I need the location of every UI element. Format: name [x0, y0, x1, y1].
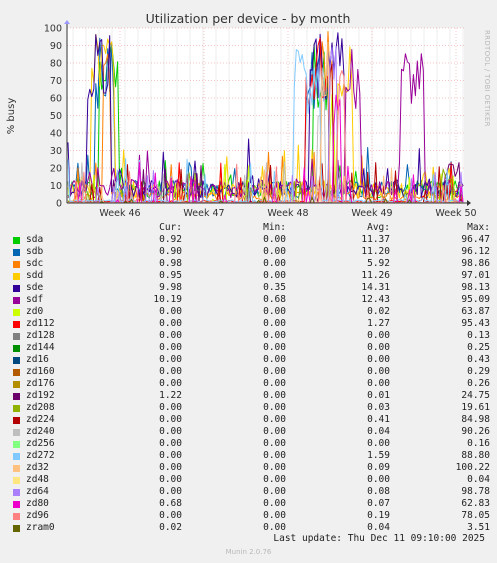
legend-swatch-color	[13, 321, 20, 328]
legend-row: sdd 0.95 0.00 11.26 97.01	[10, 270, 490, 282]
legend-swatch-color	[13, 381, 20, 388]
legend-header: Cur: Min: Avg: Max:	[10, 222, 490, 234]
legend-swatch-color	[13, 273, 20, 280]
legend: Cur: Min: Avg: Max: sda 0.92 0.00 11.37 96.4…	[10, 222, 490, 534]
legend-header-avg: Avg:	[367, 222, 390, 233]
y-tick-label: 90	[50, 41, 62, 52]
y-tick-label: 0	[56, 199, 62, 210]
legend-row: zd160 0.00 0.00 0.00 0.29	[10, 366, 490, 378]
chart-title: Utilization per device - by month	[146, 11, 351, 26]
legend-row: zd16 0.00 0.00 0.00 0.43	[10, 354, 490, 366]
legend-swatch-color	[13, 345, 20, 352]
legend-swatch-color	[13, 453, 20, 460]
y-tick-label: 10	[50, 181, 62, 192]
legend-swatch-color	[13, 393, 20, 400]
legend-rows: sda 0.92 0.00 11.37 96.47 sdb 0.90 0.00 11.20 96.…	[10, 234, 490, 534]
legend-swatch-color	[13, 285, 20, 292]
legend-row: zd192 1.22 0.00 0.01 24.75	[10, 390, 490, 402]
legend-swatch-color	[13, 513, 20, 520]
y-tick-label: 20	[50, 164, 62, 175]
legend-row: zd0 0.00 0.00 0.02 63.87	[10, 306, 490, 318]
legend-swatch-color	[13, 417, 20, 424]
legend-swatch-color	[13, 333, 20, 340]
y-axis-label: % busy	[6, 98, 17, 135]
x-axis-arrow	[467, 200, 471, 206]
legend-name: zram0	[26, 522, 55, 533]
y-axis-arrow	[64, 20, 70, 24]
legend-row: zd96 0.00 0.00 0.19 78.05	[10, 510, 490, 522]
legend-row: zd240 0.00 0.00 0.04 90.26	[10, 426, 490, 438]
legend-row: zd48 0.00 0.00 0.00 0.04	[10, 474, 490, 486]
legend-header-swatch	[10, 222, 26, 234]
legend-swatch-color	[13, 477, 20, 484]
y-tick-label: 100	[44, 24, 62, 35]
legend-row: zd112 0.00 0.00 1.27 95.43	[10, 318, 490, 330]
legend-min: 0.00	[263, 522, 286, 533]
legend-row: sde 9.98 0.35 14.31 98.13	[10, 282, 490, 294]
legend-row: zd272 0.00 0.00 1.59 88.80	[10, 450, 490, 462]
legend-row: zd256 0.00 0.00 0.00 0.16	[10, 438, 490, 450]
y-tick-label: 40	[50, 129, 62, 140]
legend-row: sdc 0.98 0.00 5.92 98.86	[10, 258, 490, 270]
legend-row: sdf 10.19 0.68 12.43 95.09	[10, 294, 490, 306]
legend-cur: 0.02	[159, 522, 182, 533]
legend-row: sda 0.92 0.00 11.37 96.47	[10, 234, 490, 246]
rrdtool-credit: RRDTOOL / TOBI OETIKER	[483, 30, 491, 127]
x-tick-label: Week 48	[267, 208, 308, 219]
y-tick-label: 80	[50, 59, 62, 70]
legend-swatch-color	[13, 405, 20, 412]
legend-row: sdb 0.90 0.00 11.20 96.12	[10, 246, 490, 258]
legend-header-min: Min:	[263, 222, 286, 233]
legend-swatch-color	[13, 249, 20, 256]
legend-swatch-color	[13, 261, 20, 268]
legend-row: zd32 0.00 0.00 0.09 100.22	[10, 462, 490, 474]
chart: Utilization per device - by month % busy…	[6, 11, 477, 219]
munin-version: Munin 2.0.76	[225, 548, 272, 556]
legend-row: zd80 0.68 0.00 0.07 62.83	[10, 498, 490, 510]
legend-swatch-color	[13, 501, 20, 508]
last-update: Last update: Thu Dec 11 09:10:00 2025	[273, 533, 485, 544]
legend-swatch-color	[13, 429, 20, 436]
legend-row: zd128 0.00 0.00 0.00 0.13	[10, 330, 490, 342]
y-tick-label: 30	[50, 146, 62, 157]
legend-header-max: Max:	[467, 222, 490, 233]
legend-swatch-color	[13, 309, 20, 316]
legend-row: zd224 0.00 0.00 0.41 84.98	[10, 414, 490, 426]
x-tick-label: Week 49	[351, 208, 392, 219]
legend-row: zd176 0.00 0.00 0.00 0.26	[10, 378, 490, 390]
legend-swatch-color	[13, 369, 20, 376]
legend-row: zd144 0.00 0.00 0.00 0.25	[10, 342, 490, 354]
y-tick-label: 50	[50, 111, 62, 122]
y-tick-label: 70	[50, 76, 62, 87]
legend-swatch	[10, 522, 26, 536]
legend-header-name	[26, 222, 94, 234]
legend-header-cur: Cur:	[159, 222, 182, 233]
legend-swatch-color	[13, 237, 20, 244]
x-tick-label: Week 47	[183, 208, 224, 219]
legend-swatch-color	[13, 357, 20, 364]
legend-swatch-color	[13, 297, 20, 304]
x-tick-label: Week 46	[99, 208, 140, 219]
legend-swatch-color	[13, 441, 20, 448]
legend-swatch-color	[13, 525, 20, 532]
y-tick-label: 60	[50, 94, 62, 105]
legend-swatch-color	[13, 465, 20, 472]
legend-row: zd64 0.00 0.00 0.08 98.78	[10, 486, 490, 498]
legend-swatch-color	[13, 489, 20, 496]
x-tick-label: Week 50	[435, 208, 476, 219]
legend-row: zd208 0.00 0.00 0.03 19.61	[10, 402, 490, 414]
